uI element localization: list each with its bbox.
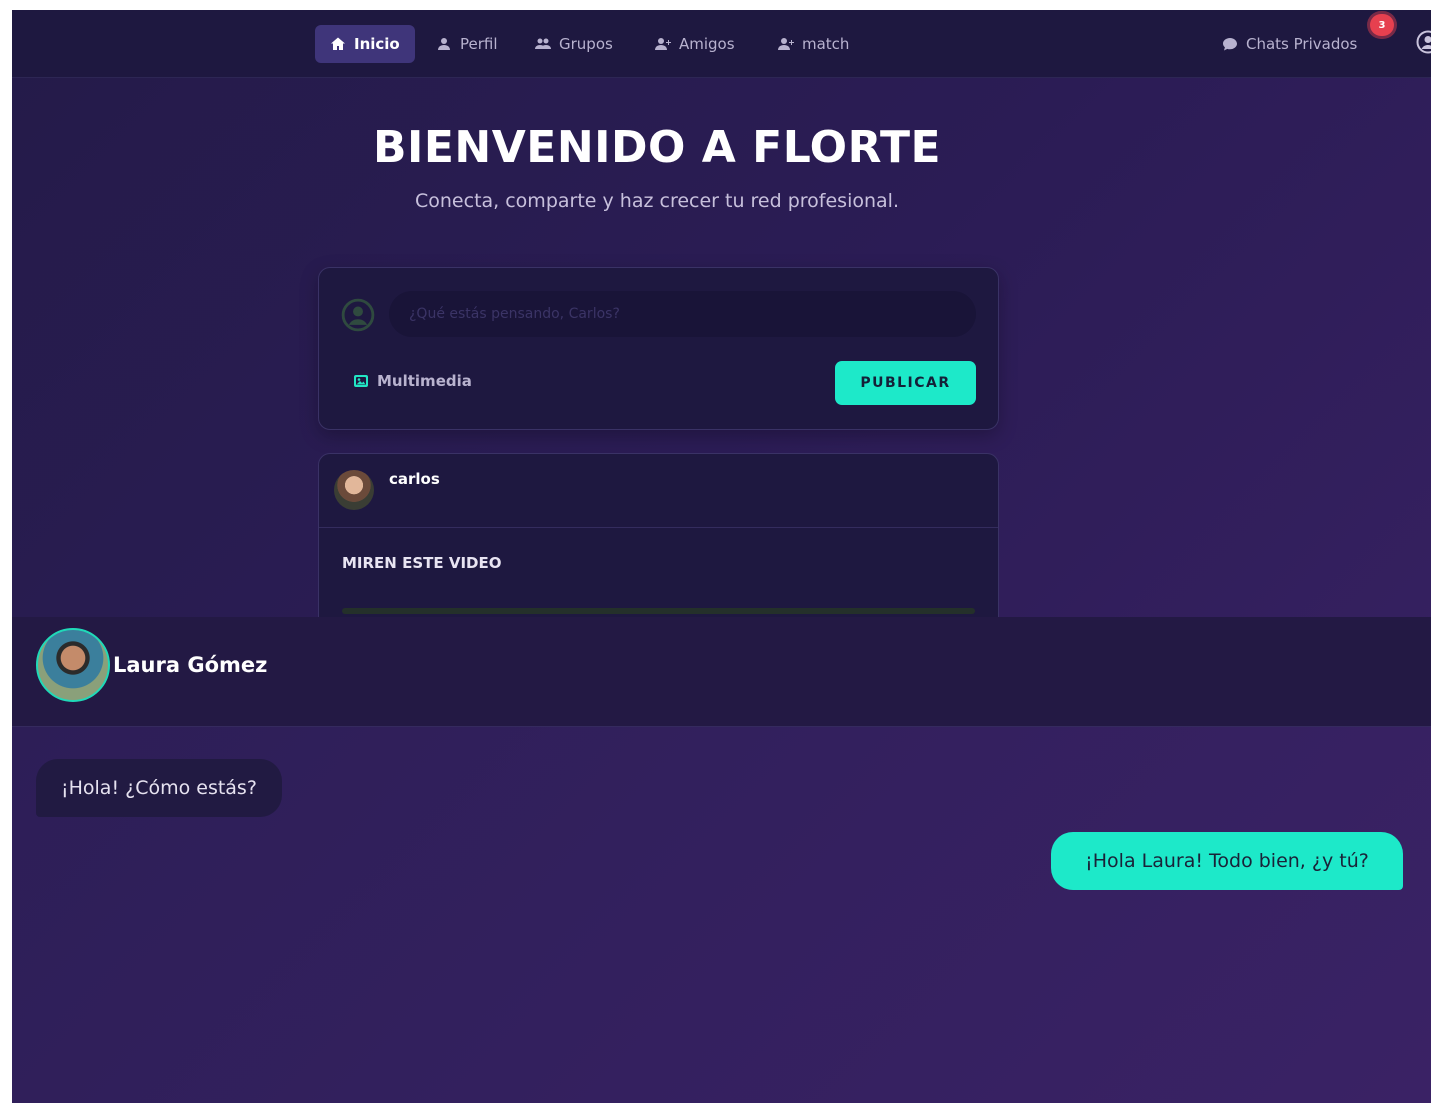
- post-input[interactable]: [389, 291, 976, 337]
- nav-item-grupos[interactable]: Grupos: [535, 25, 613, 63]
- message-incoming: ¡Hola! ¿Cómo estás?: [36, 759, 282, 817]
- multimedia-button[interactable]: Multimedia: [353, 372, 472, 390]
- nav-item-label: match: [802, 35, 850, 53]
- nav-item-label: Inicio: [354, 35, 400, 53]
- chat-bubble-icon: [1222, 36, 1238, 52]
- page-title: BIENVENIDO A FLORTE: [372, 122, 942, 173]
- notification-badge: 3: [1370, 14, 1394, 36]
- chat-header: Laura Gómez: [12, 617, 1431, 727]
- contact-name: Laura Gómez: [113, 653, 268, 677]
- image-icon: [353, 373, 369, 389]
- nav-item-label: Grupos: [559, 35, 613, 53]
- top-navbar: Inicio Perfil Grupos Amigos match Chats …: [12, 10, 1431, 78]
- nav-item-perfil[interactable]: Perfil: [436, 25, 498, 63]
- users-icon: [535, 36, 551, 52]
- nav-item-label: Chats Privados: [1246, 35, 1358, 53]
- message-outgoing: ¡Hola Laura! Todo bien, ¿y tú?: [1051, 832, 1403, 890]
- user-plus-icon: [655, 36, 671, 52]
- post-text: MIREN ESTE VIDEO: [342, 554, 502, 572]
- user-plus-icon: [778, 36, 794, 52]
- app-window: Inicio Perfil Grupos Amigos match Chats …: [12, 10, 1431, 1103]
- nav-item-chats-privados[interactable]: Chats Privados: [1222, 25, 1357, 63]
- post-author[interactable]: carlos: [389, 470, 440, 488]
- private-chat-panel: Laura Gómez ¡Hola! ¿Cómo estás? ¡Hola La…: [12, 617, 1431, 1103]
- home-icon: [330, 36, 346, 52]
- user-avatar-icon[interactable]: [1416, 30, 1431, 54]
- nav-item-label: Perfil: [460, 35, 498, 53]
- post-composer: Multimedia PUBLICAR: [318, 267, 999, 430]
- video-player[interactable]: [342, 608, 975, 614]
- nav-item-inicio[interactable]: Inicio: [315, 25, 415, 63]
- user-avatar-icon: [341, 298, 375, 332]
- avatar[interactable]: [334, 470, 374, 510]
- user-icon: [436, 36, 452, 52]
- multimedia-label: Multimedia: [377, 372, 472, 390]
- publish-button[interactable]: PUBLICAR: [835, 361, 976, 405]
- post-header: carlos: [319, 454, 998, 528]
- page-subtitle: Conecta, comparte y haz crecer tu red pr…: [415, 190, 899, 212]
- contact-avatar: [36, 628, 110, 702]
- nav-item-match[interactable]: match: [778, 25, 849, 63]
- nav-item-label: Amigos: [679, 35, 735, 53]
- nav-item-amigos[interactable]: Amigos: [655, 25, 735, 63]
